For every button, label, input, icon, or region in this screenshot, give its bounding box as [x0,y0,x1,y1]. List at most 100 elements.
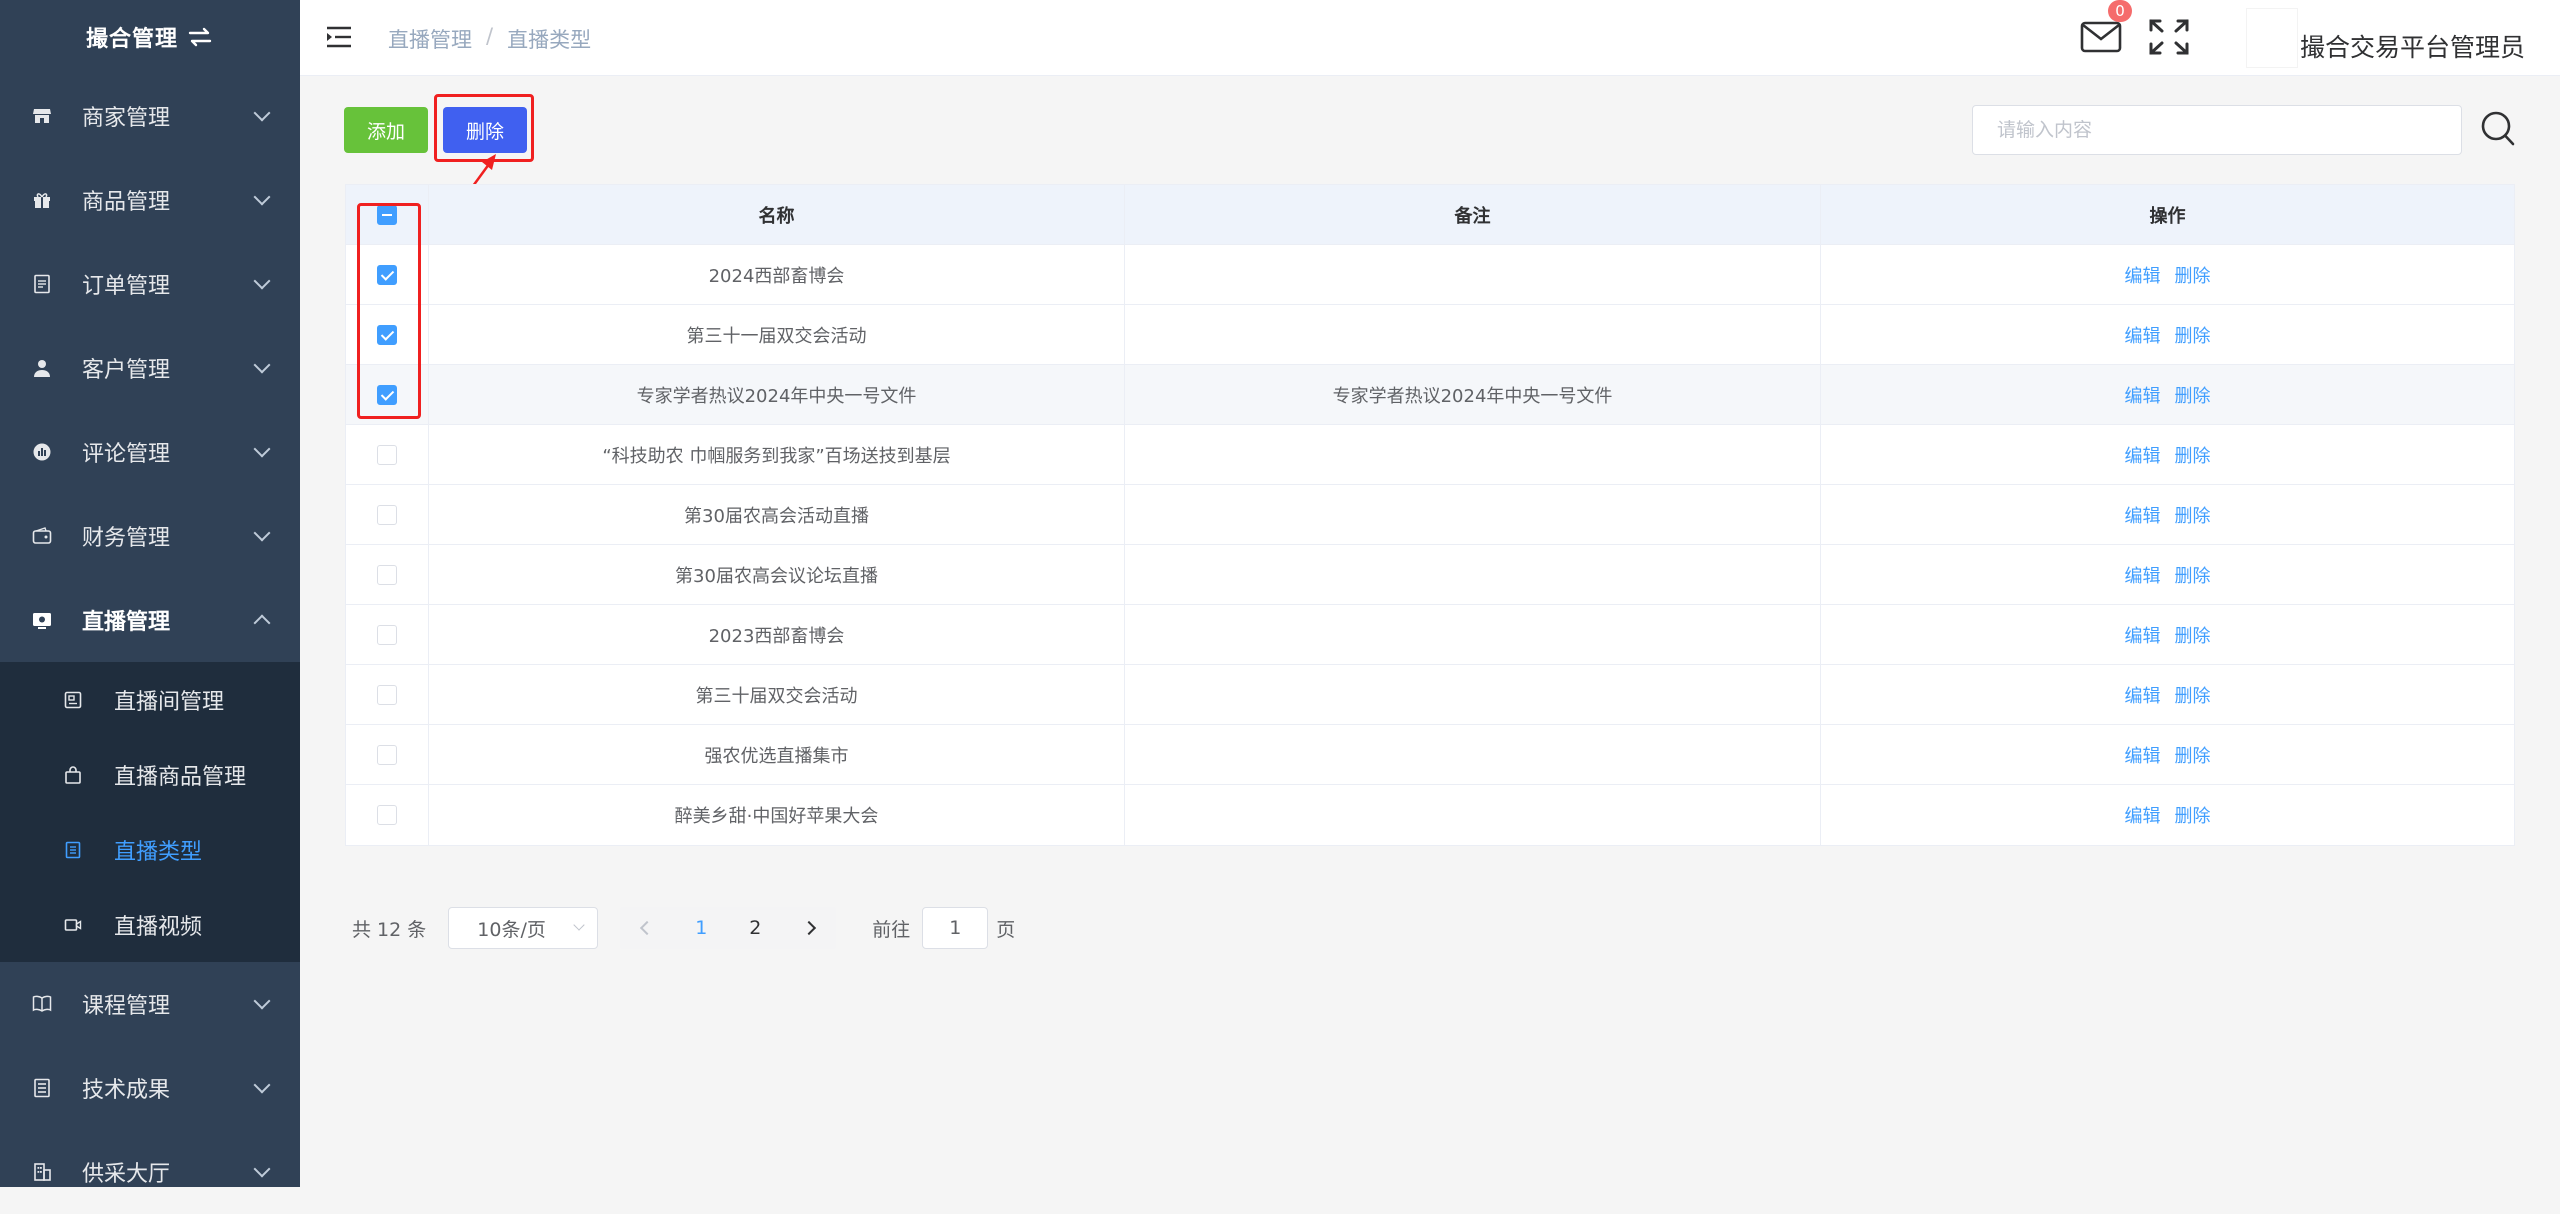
sidebar-subitem-label: 直播间管理 [114,689,225,715]
goto-page: 前往 1 页 [872,907,1015,949]
delete-link[interactable]: 删除 [2175,382,2211,408]
delete-link[interactable]: 删除 [2175,682,2211,708]
delete-link[interactable]: 删除 [2175,802,2211,828]
edit-link[interactable]: 编辑 [2125,742,2161,768]
row-checkbox[interactable] [377,504,397,525]
cell-name: 第30届农高会活动直播 [429,485,1125,544]
edit-link[interactable]: 编辑 [2125,322,2161,348]
hamburger-icon[interactable] [326,26,352,48]
page-button[interactable]: 2 [728,907,782,949]
cell-note [1125,305,1821,364]
sidebar-item-label: 直播管理 [82,610,171,635]
sidebar-subitem-label: 直播商品管理 [114,764,247,790]
pager-nav: 1 2 [620,907,837,949]
edit-link[interactable]: 编辑 [2125,682,2161,708]
table-row: 第三十一届双交会活动 编辑 删除 [346,305,2514,365]
user-icon [32,358,52,378]
sidebar-item-goods[interactable]: 商品管理 [0,158,300,242]
sidebar-item-merchant[interactable]: 商家管理 [0,74,300,158]
building-icon [32,1162,52,1182]
video-icon [64,916,82,934]
sidebar-item-label: 评论管理 [82,442,171,467]
sidebar-subitem-live-goods[interactable]: 直播商品管理 [0,737,300,812]
cell-note [1125,245,1821,304]
live-submenu: 直播间管理 直播商品管理 直播类型 直播视频 [0,662,300,962]
delete-link[interactable]: 删除 [2175,322,2211,348]
edit-link[interactable]: 编辑 [2125,382,2161,408]
row-checkbox[interactable] [377,624,397,645]
cell-name: 2024西部畜博会 [429,245,1125,304]
next-page-button[interactable] [782,907,836,949]
edit-link[interactable]: 编辑 [2125,262,2161,288]
cell-note [1125,485,1821,544]
comment-icon [32,442,52,462]
sidebar-subitem-live-room[interactable]: 直播间管理 [0,662,300,737]
sidebar-item-tech-results[interactable]: 技术成果 [0,1046,300,1130]
store-icon [32,106,52,126]
row-checkbox[interactable] [377,744,397,765]
breadcrumb-separator: / [486,24,494,48]
cell-note [1125,725,1821,784]
edit-link[interactable]: 编辑 [2125,562,2161,588]
fullscreen-icon[interactable] [2148,18,2190,56]
gift-icon [32,190,52,210]
document-icon [32,274,52,294]
sidebar-item-finance[interactable]: 财务管理 [0,494,300,578]
cell-name: 醉美乡甜·中国好苹果大会 [429,785,1125,845]
brand-title: 撮合管理 [85,27,178,52]
table-row: 第三十届双交会活动 编辑 删除 [346,665,2514,725]
table-row: 第30届农高会活动直播 编辑 删除 [346,485,2514,545]
sidebar-item-procurement-hall[interactable]: 供采大厅 [0,1130,300,1214]
page-button[interactable]: 1 [674,907,728,949]
delete-link[interactable]: 删除 [2175,742,2211,768]
cell-note: 专家学者热议2024年中央一号文件 [1125,365,1821,424]
cell-note [1125,605,1821,664]
column-header-actions: 操作 [2149,205,2186,227]
chevron-down-icon [253,104,271,122]
swap-icon[interactable] [186,26,214,48]
delete-link[interactable]: 删除 [2175,442,2211,468]
row-checkbox[interactable] [377,444,397,465]
sidebar-item-comments[interactable]: 评论管理 [0,410,300,494]
table-row: 专家学者热议2024年中央一号文件 专家学者热议2024年中央一号文件 编辑 删除 [346,365,2514,425]
goto-page-input[interactable]: 1 [922,907,989,949]
avatar[interactable] [2246,8,2298,68]
search-input[interactable]: 请输入内容 [1972,105,2462,155]
chevron-left-icon [640,920,655,936]
sidebar-subitem-label: 直播类型 [114,839,203,865]
page-size-select[interactable]: 10条/页 [448,907,599,949]
breadcrumb-item[interactable]: 直播管理 [388,24,472,54]
edit-link[interactable]: 编辑 [2125,442,2161,468]
sidebar-item-orders[interactable]: 订单管理 [0,242,300,326]
edit-link[interactable]: 编辑 [2125,802,2161,828]
column-header-note: 备注 [1125,185,1821,244]
mail-icon[interactable] [2080,20,2122,54]
edit-link[interactable]: 编辑 [2125,622,2161,648]
room-icon [64,691,82,709]
delete-link[interactable]: 删除 [2175,622,2211,648]
sidebar-item-label: 商家管理 [82,106,171,131]
sidebar-item-courses[interactable]: 课程管理 [0,962,300,1046]
delete-link[interactable]: 删除 [2175,502,2211,528]
row-checkbox[interactable] [377,805,397,825]
delete-link[interactable]: 删除 [2175,562,2211,588]
row-checkbox[interactable] [377,684,397,705]
chevron-down-icon [253,992,271,1010]
row-checkbox[interactable] [377,564,397,585]
sidebar-item-customers[interactable]: 客户管理 [0,326,300,410]
book-icon [32,994,52,1014]
username[interactable]: 撮合交易平台管理员 [2300,28,2525,64]
sidebar-subitem-live-type[interactable]: 直播类型 [0,812,300,887]
sidebar-item-live[interactable]: 直播管理 [0,578,300,662]
prev-page-button[interactable] [620,907,674,949]
edit-link[interactable]: 编辑 [2125,502,2161,528]
cell-actions: 编辑 删除 [1821,365,2514,424]
table-row: 2024西部畜博会 编辑 删除 [346,245,2514,305]
delete-link[interactable]: 删除 [2175,262,2211,288]
sidebar-item-label: 商品管理 [82,190,171,215]
sidebar-brand: 撮合管理 [0,0,300,74]
add-button[interactable]: 添加 [344,107,428,153]
cell-actions: 编辑 删除 [1821,425,2514,484]
search-icon[interactable] [2480,110,2516,148]
sidebar-subitem-live-video[interactable]: 直播视频 [0,887,300,962]
